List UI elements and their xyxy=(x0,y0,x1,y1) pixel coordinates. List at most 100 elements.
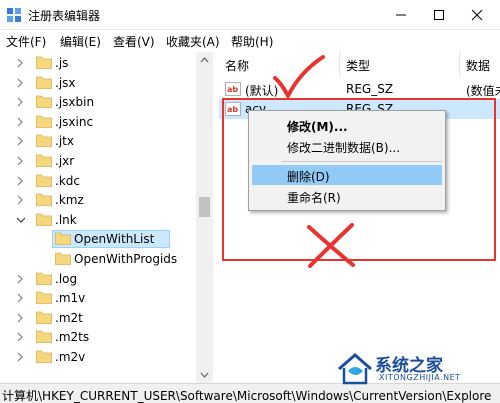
folder-icon xyxy=(36,330,52,344)
tree-item[interactable]: .lnk xyxy=(0,210,196,230)
close-button[interactable] xyxy=(458,0,496,30)
menu-file[interactable]: 文件(F) xyxy=(6,33,46,50)
tree-item-label: .js xyxy=(55,56,69,70)
tree-item[interactable]: .kmz xyxy=(0,190,196,210)
window-title: 注册表编辑器 xyxy=(28,9,101,23)
ctx-modify-label: 修改(M)... xyxy=(287,120,348,134)
tree-item[interactable]: .jxr xyxy=(0,151,196,171)
check-mark-icon xyxy=(273,55,325,98)
chevron-right-icon[interactable] xyxy=(16,155,24,167)
chevron-right-icon[interactable] xyxy=(16,273,24,285)
tree-item-label: .log xyxy=(55,271,78,286)
folder-icon xyxy=(36,76,52,89)
ctx-rename[interactable]: 重命名(R) xyxy=(252,186,442,206)
chevron-right-icon[interactable] xyxy=(16,77,24,89)
tree-item-label: OpenWithProgids xyxy=(74,252,178,266)
menu-favorites[interactable]: 收藏夹(A) xyxy=(166,33,220,50)
tree-item-label: .m1v xyxy=(55,291,86,306)
tree-item[interactable]: .js xyxy=(0,53,196,73)
tree-item[interactable]: OpenWithList xyxy=(0,229,196,249)
scroll-thumb[interactable] xyxy=(199,197,210,217)
tree-item-label: .kdc xyxy=(55,173,80,188)
folder-icon xyxy=(36,134,52,148)
value-row[interactable]: ab (默认) REG_SZ (数值未 xyxy=(219,79,500,99)
chevron-right-icon[interactable] xyxy=(16,116,24,128)
folder-icon xyxy=(36,95,52,109)
tree-item[interactable]: .m2v xyxy=(0,347,196,367)
tree-item[interactable]: .jtx xyxy=(0,131,196,151)
folder-icon xyxy=(36,350,52,363)
folder-icon xyxy=(55,232,71,246)
folder-icon xyxy=(36,115,52,128)
svg-text:ab: ab xyxy=(227,85,238,94)
ctx-modify-binary-label: 修改二进制数据(B)... xyxy=(287,141,401,155)
menu-bar: 文件(F) 编辑(E) 查看(V) 收藏夹(A) 帮助(H) xyxy=(0,30,500,52)
chevron-right-icon[interactable] xyxy=(16,96,24,108)
tree-item-label: .jsxinc xyxy=(55,114,94,129)
tree-item[interactable]: .log xyxy=(0,269,196,289)
title-bar: 注册表编辑器 xyxy=(0,0,500,30)
registry-tree[interactable]: .js .jsx .jsxbin .jsxinc .jtx .jxr .kdc .kmz .ln… xyxy=(0,52,213,383)
ctx-modify-binary[interactable]: 修改二进制数据(B)... xyxy=(252,136,442,156)
tree-item-label: .kmz xyxy=(55,193,84,208)
tree-item[interactable]: .jsxbin xyxy=(0,92,196,112)
ctx-delete[interactable]: 删除(D) xyxy=(252,165,442,185)
folder-icon xyxy=(36,56,52,69)
cross-mark-icon xyxy=(307,223,355,268)
menu-edit[interactable]: 编辑(E) xyxy=(60,33,101,50)
chevron-right-icon[interactable] xyxy=(16,292,24,304)
string-value-icon: ab xyxy=(225,82,241,96)
scroll-up-icon[interactable] xyxy=(196,52,213,69)
tree-item-label: .jsx xyxy=(55,75,76,90)
regedit-icon xyxy=(7,8,21,22)
menu-help[interactable]: 帮助(H) xyxy=(231,33,273,50)
tree-item-label: OpenWithList xyxy=(74,232,155,247)
registry-path: 计算机\HKEY_CURRENT_USER\Software\Microsoft… xyxy=(2,389,492,403)
tree-item[interactable]: OpenWithProgids xyxy=(0,249,196,269)
folder-icon xyxy=(36,213,52,226)
chevron-down-icon[interactable] xyxy=(16,214,26,226)
maximize-button[interactable] xyxy=(420,0,458,30)
menu-view[interactable]: 查看(V) xyxy=(113,33,155,50)
chevron-right-icon[interactable] xyxy=(16,331,24,343)
tree-item-label: .m2ts xyxy=(55,330,90,345)
tree-item[interactable]: .jsxinc xyxy=(0,112,196,132)
watermark-logo: 系统之家 XITONGZHIJIA.NET xyxy=(335,349,495,387)
folder-icon xyxy=(36,174,52,187)
chevron-right-icon[interactable] xyxy=(16,312,24,324)
value-data: (数值未 xyxy=(466,84,500,98)
tree-item-label: .jsxbin xyxy=(55,95,95,110)
folder-icon xyxy=(36,291,52,305)
column-data[interactable]: 数据 xyxy=(460,52,500,76)
menu-separator xyxy=(282,161,442,162)
tree-item[interactable]: .jsx xyxy=(0,73,196,93)
minimize-button[interactable] xyxy=(382,0,420,30)
tree-item[interactable]: .m1v xyxy=(0,288,196,308)
scroll-down-icon[interactable] xyxy=(196,366,213,383)
chevron-right-icon[interactable] xyxy=(16,57,24,69)
tree-item[interactable]: .m2ts xyxy=(0,327,196,347)
value-type: REG_SZ xyxy=(346,82,394,96)
chevron-right-icon[interactable] xyxy=(16,135,24,147)
tree-item-label: .jxr xyxy=(55,154,75,168)
folder-icon xyxy=(36,272,52,285)
folder-icon xyxy=(55,252,71,265)
chevron-right-icon[interactable] xyxy=(16,194,24,206)
house-logo-icon xyxy=(338,353,372,385)
chevron-right-icon[interactable] xyxy=(16,175,24,187)
folder-icon xyxy=(36,193,52,207)
tree-item-label: .m2v xyxy=(55,350,86,364)
tree-item-label: .lnk xyxy=(55,212,77,227)
ctx-delete-label: 删除(D) xyxy=(287,170,330,184)
folder-icon xyxy=(36,311,52,324)
watermark-url: XITONGZHIJIA.NET xyxy=(379,373,461,382)
tree-scrollbar[interactable] xyxy=(196,52,213,383)
tree-item-label: .jtx xyxy=(55,134,74,149)
tree-item-label: .m2t xyxy=(55,310,83,325)
folder-icon xyxy=(36,154,52,167)
column-type[interactable]: 类型 xyxy=(340,52,460,76)
tree-item[interactable]: .m2t xyxy=(0,308,196,328)
tree-item[interactable]: .kdc xyxy=(0,171,196,191)
ctx-modify[interactable]: 修改(M)... xyxy=(252,115,442,135)
chevron-right-icon[interactable] xyxy=(16,351,24,363)
